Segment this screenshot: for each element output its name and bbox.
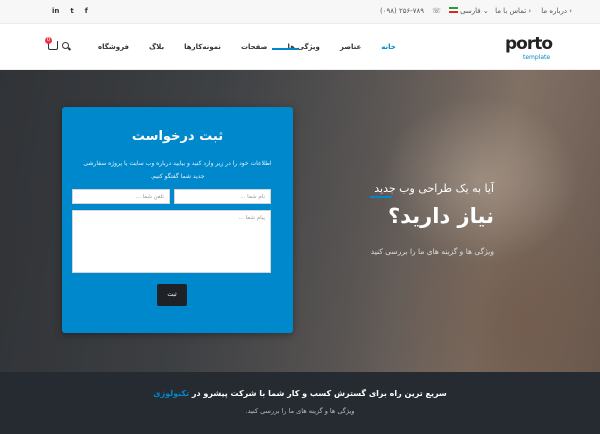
search-icon[interactable] [62, 42, 69, 49]
hero-subtitle: ویژگی ها و گزینه های ما را بررسی کنید [370, 247, 494, 256]
twitter-icon[interactable]: t [70, 7, 73, 15]
top-info: (۰۹۸) ۲۵۶-۷۸۹ ☏ فارسی ⌄ [380, 7, 489, 15]
link-bullet-icon: › [569, 7, 572, 15]
language-selector[interactable]: فارسی ⌄ [448, 7, 489, 15]
main-nav: خانه عناصر ویژگی ها صفحات نمونه‌کارها بل… [88, 43, 406, 51]
top-links: تماس با ما › درباره ما › [495, 7, 572, 15]
name-input[interactable]: نام شما ... [174, 189, 271, 204]
nav-item-home[interactable]: خانه [371, 43, 406, 51]
cta-accent-word: تکنولوژی [153, 389, 190, 398]
facebook-icon[interactable]: f [85, 7, 88, 15]
phone-input[interactable]: تلفن شما ... [72, 189, 170, 204]
form-description: اطلاعات خود را در زیر وارد کنید و بیایید… [83, 160, 272, 180]
top-bar: in t f (۰۹۸) ۲۵۶-۷۸۹ ☏ فارسی ⌄ تماس با م… [0, 0, 600, 24]
request-form: ثبت درخواست اطلاعات خود را در زیر وارد ک… [62, 107, 293, 333]
linkedin-icon[interactable]: in [52, 7, 59, 15]
hero-small-title: آیا به یک طراحی وب جدید [374, 182, 494, 195]
cta-sub-text: ویژگی ها و گزینه های ما را بررسی کنید. [245, 407, 355, 415]
cart-count-badge: 0 [45, 37, 52, 44]
logo-subtitle: template [523, 54, 551, 61]
call-to-action-band: سریع ترین راه برای گسترش کسب و کار شما ب… [0, 372, 600, 434]
nav-item-shop[interactable]: فروشگاه [88, 43, 139, 51]
hero-big-title: نیاز دارید؟ [387, 204, 494, 228]
hero-divider [370, 196, 392, 198]
nav-item-blog[interactable]: بلاگ [139, 43, 174, 51]
form-title: ثبت درخواست [131, 129, 224, 144]
iran-flag-icon [448, 7, 458, 13]
nav-item-pages[interactable]: صفحات [231, 43, 278, 51]
message-textarea[interactable]: پیام شما ... [72, 210, 271, 273]
social-links: in t f [52, 7, 88, 15]
nav-item-portfolio[interactable]: نمونه‌کارها [174, 43, 231, 51]
link-bullet-icon: › [528, 7, 532, 15]
submit-button[interactable]: ثبت [157, 284, 187, 306]
main-header: porto template خانه عناصر ویژگی ها صفحات… [0, 24, 600, 70]
logo[interactable]: porto [505, 34, 553, 54]
nav-active-indicator [272, 48, 298, 50]
phone-icon: ☏ [432, 7, 441, 15]
nav-item-elements[interactable]: عناصر [330, 43, 371, 51]
phone-number: (۰۹۸) ۲۵۶-۷۸۹ [380, 7, 425, 15]
top-link-about[interactable]: درباره ما › [541, 7, 572, 15]
cta-main-text: سریع ترین راه برای گسترش کسب و کار شما ب… [153, 389, 447, 398]
chevron-down-icon: ⌄ [482, 7, 489, 15]
top-link-contact[interactable]: تماس با ما › [495, 7, 531, 15]
